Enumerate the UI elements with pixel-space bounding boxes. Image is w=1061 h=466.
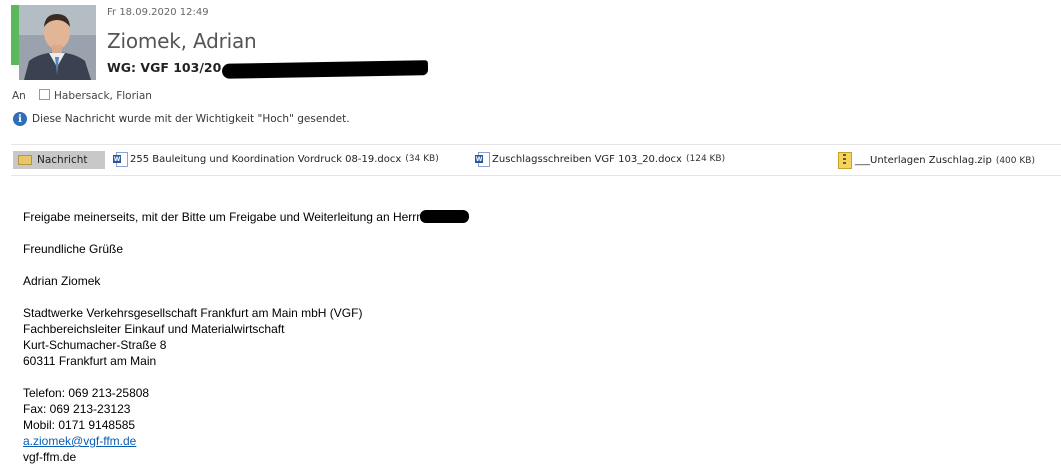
- signature-website: vgf-ffm.de: [23, 450, 77, 464]
- importance-info-bar: i Diese Nachricht wurde mit der Wichtigk…: [13, 112, 350, 126]
- zip-icon: [838, 152, 852, 169]
- attachment-2[interactable]: W Zuschlagsschreiben VGF 103_20.docx (12…: [475, 152, 726, 167]
- signature-mobile: Mobil: 0171 9148585: [23, 418, 136, 432]
- recipient-name[interactable]: Habersack, Florian: [54, 90, 152, 102]
- signature-name: Adrian Ziomek: [23, 274, 101, 288]
- signature-phone: Telefon: 069 213-25808: [23, 386, 150, 400]
- signature-role: Fachbereichsleiter Einkauf und Materialw…: [23, 322, 285, 336]
- recipient-checkbox[interactable]: [39, 89, 50, 100]
- sender-name[interactable]: Ziomek, Adrian: [107, 29, 257, 53]
- importance-text: Diese Nachricht wurde mit der Wichtigkei…: [32, 113, 350, 125]
- divider: [11, 144, 1061, 145]
- attachment-size: (34 KB): [405, 154, 439, 164]
- attachment-size: (124 KB): [685, 154, 726, 164]
- attachment-name: Zuschlagsschreiben VGF 103_20.docx: [492, 153, 682, 165]
- received-date: Fr 18.09.2020 12:49: [107, 7, 209, 18]
- attachment-1[interactable]: W 255 Bauleitung und Koordination Vordru…: [113, 152, 439, 167]
- greeting: Freundliche Grüße: [23, 242, 124, 256]
- name-redaction: [420, 210, 470, 223]
- attachment-name: ___Unterlagen Zuschlag.zip: [855, 155, 992, 166]
- divider: [11, 175, 1061, 176]
- message-tab-label: Nachricht: [37, 154, 88, 166]
- sender-avatar: [19, 5, 96, 80]
- message-body: Freigabe meinerseits, mit der Bitte um F…: [23, 209, 470, 465]
- body-text: Freigabe meinerseits, mit der Bitte um F…: [23, 210, 423, 224]
- body-line: Freigabe meinerseits, mit der Bitte um F…: [23, 209, 470, 225]
- subject-redaction: [221, 60, 429, 79]
- signature-street: Kurt-Schumacher-Straße 8: [23, 338, 167, 352]
- attachment-3[interactable]: ___Unterlagen Zuschlag.zip (400 KB): [838, 152, 1035, 169]
- signature-city: 60311 Frankfurt am Main: [23, 354, 157, 368]
- signature-fax: Fax: 069 213-23123: [23, 402, 131, 416]
- attachment-size: (400 KB): [995, 155, 1035, 166]
- attachment-name: 255 Bauleitung und Koordination Vordruck…: [130, 153, 402, 165]
- signature-company: Stadtwerke Verkehrsgesellschaft Frankfur…: [23, 306, 363, 320]
- email-link[interactable]: a.ziomek@vgf-ffm.de: [23, 434, 136, 448]
- word-doc-icon: W: [475, 152, 490, 167]
- recipients-row: An Habersack, Florian: [12, 89, 152, 102]
- info-icon: i: [13, 112, 27, 126]
- importance-accent-bar: [11, 5, 19, 65]
- to-label: An: [12, 90, 26, 102]
- envelope-icon: [18, 155, 32, 165]
- subject-line: WG: VGF 103/20: [107, 60, 222, 75]
- message-tab[interactable]: Nachricht: [13, 151, 105, 169]
- word-doc-icon: W: [113, 152, 128, 167]
